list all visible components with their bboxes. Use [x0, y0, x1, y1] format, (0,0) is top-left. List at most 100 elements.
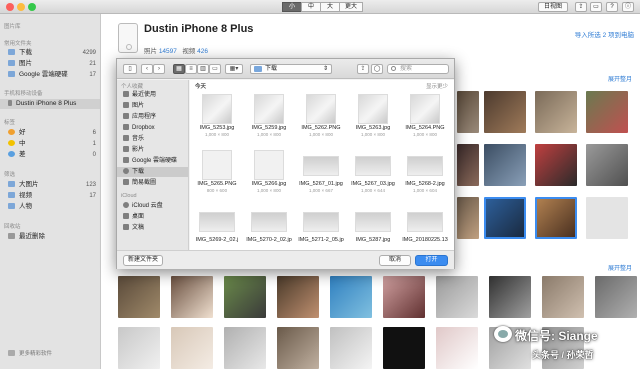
photo-thumbnail[interactable] [171, 276, 213, 318]
photo-thumbnail[interactable] [224, 276, 266, 318]
import-selected-link[interactable]: 导入所选 2 项到电脑 [575, 29, 634, 39]
photo-thumbnail[interactable] [457, 197, 479, 239]
file-item[interactable]: IMG_5263.jpg 1,000 × 800 [348, 94, 398, 142]
back-icon[interactable]: ‹ [141, 64, 153, 74]
photo-thumbnail[interactable] [586, 197, 628, 239]
expand-month-link-1[interactable]: 展开整月 [608, 74, 632, 83]
photo-thumbnail[interactable] [484, 144, 526, 186]
photo-thumbnail[interactable] [277, 327, 319, 369]
dialog-sidebar-music[interactable]: 音乐 [117, 134, 188, 144]
sidebar-toggle-icon[interactable]: ▯ [123, 64, 137, 74]
photo-thumbnail-selected[interactable] [535, 197, 577, 239]
file-item[interactable]: IMG_5287.jpg [348, 206, 398, 250]
dialog-sidebar-desktop[interactable]: 桌面 [117, 212, 188, 222]
group-by-icon[interactable]: ▦▾ [225, 64, 243, 74]
file-item[interactable]: IMG_5264.PNG 1,000 × 800 [400, 94, 450, 142]
zoom-larger-button[interactable]: 更大 [339, 2, 363, 12]
photo-thumbnail[interactable] [489, 276, 531, 318]
sidebar-item-downloads[interactable]: 下载 4299 [0, 48, 100, 58]
file-item[interactable]: IMG_5259.jpg 1,000 × 800 [244, 94, 294, 142]
photo-thumbnail[interactable] [118, 276, 160, 318]
window-icon[interactable]: ▭ [590, 2, 602, 12]
photo-thumbnail[interactable] [535, 144, 577, 186]
sidebar-item-iphone[interactable]: Dustin iPhone 8 Plus [0, 99, 100, 109]
photo-thumbnail[interactable] [224, 327, 266, 369]
show-less-link[interactable]: 显示更少 [426, 82, 448, 90]
share-icon[interactable]: ⇪ [575, 2, 587, 12]
file-item[interactable]: IMG_20180225.13 [400, 206, 450, 250]
forward-icon[interactable]: › [153, 64, 165, 74]
more-software-link[interactable]: 更多精彩软件 [0, 349, 100, 359]
photo-thumbnail[interactable] [586, 91, 628, 133]
photo-thumbnail[interactable] [118, 327, 160, 369]
column-view-icon[interactable]: ▥ [197, 64, 209, 74]
tag-icon[interactable]: ◯ [371, 64, 383, 74]
photo-thumbnail[interactable] [330, 327, 372, 369]
location-dropdown[interactable]: 下载 ⇕ [250, 64, 332, 74]
dialog-sidebar-recents[interactable]: 最近使用 [117, 90, 188, 100]
zoom-small-button[interactable]: 小 [282, 2, 302, 12]
sidebar-item-google-drive[interactable]: Google 雲端硬碟 17 [0, 70, 100, 80]
info-icon[interactable]: ⓘ [622, 2, 634, 12]
photo-thumbnail-selected[interactable] [484, 197, 526, 239]
photo-thumbnail[interactable] [277, 276, 319, 318]
sidebar-item-recently-deleted[interactable]: 最近删除 [0, 232, 100, 242]
file-item[interactable]: IMG_5265.PNG 800 × 600 [192, 150, 242, 198]
sidebar-item-tag-neutral[interactable]: 中1 [0, 139, 100, 149]
close-window-button[interactable] [6, 3, 14, 11]
dialog-sidebar-movies[interactable]: 影片 [117, 145, 188, 155]
open-button[interactable]: 打开 [415, 255, 448, 266]
photo-thumbnail[interactable] [535, 91, 577, 133]
photo-thumbnail[interactable] [586, 144, 628, 186]
photo-thumbnail[interactable] [383, 276, 425, 318]
file-item[interactable]: IMG_5271-2_05.jp [296, 206, 346, 250]
dialog-sidebar-icloud-drive[interactable]: iCloud 云盘 [117, 201, 188, 211]
video-thumbnail[interactable] [383, 327, 425, 369]
share-icon[interactable]: ⇪ [357, 64, 369, 74]
sidebar-item-videos[interactable]: 视频 17 [0, 191, 100, 201]
file-item[interactable]: IMG_5266.jpg 1,000 × 800 [244, 150, 294, 198]
photo-thumbnail[interactable] [484, 91, 526, 133]
file-item[interactable]: IMG_5268-2.jpg 1,000 × 604 [400, 150, 450, 198]
photo-thumbnail[interactable] [171, 327, 213, 369]
zoom-medium-button[interactable]: 中 [301, 2, 321, 12]
file-item[interactable]: IMG_5267_03.jpg 1,000 × 644 [348, 150, 398, 198]
wechat-logo-icon [494, 326, 512, 342]
photo-thumbnail[interactable] [542, 276, 584, 318]
file-item[interactable]: IMG_5270-2_02.jp [244, 206, 294, 250]
dialog-sidebar-dropbox[interactable]: Dropbox [117, 123, 188, 133]
file-item[interactable]: IMG_5269-2_02.j [192, 206, 242, 250]
dialog-sidebar-pictures[interactable]: 图片 [117, 101, 188, 111]
dialog-sidebar-downloads[interactable]: 下载 [117, 167, 188, 177]
expand-month-link-2[interactable]: 展开整月 [608, 263, 632, 272]
file-item[interactable]: IMG_5253.jpg 1,000 × 800 [192, 94, 242, 142]
help-icon[interactable]: ? [606, 2, 618, 12]
new-folder-button[interactable]: 新建文件夹 [123, 255, 163, 266]
minimize-window-button[interactable] [17, 3, 25, 11]
sidebar-item-tag-good[interactable]: 好6 [0, 128, 100, 138]
list-view-icon[interactable]: ≡ [185, 64, 197, 74]
sidebar-item-pictures[interactable]: 图片 21 [0, 59, 100, 69]
sidebar-item-large-images[interactable]: 大图片 123 [0, 180, 100, 190]
zoom-large-button[interactable]: 大 [320, 2, 340, 12]
photo-thumbnail[interactable] [457, 144, 479, 186]
sidebar-item-tag-bad[interactable]: 差0 [0, 150, 100, 160]
photo-thumbnail[interactable] [457, 91, 479, 133]
gallery-view-icon[interactable]: ▭ [209, 64, 221, 74]
cancel-button[interactable]: 取消 [379, 255, 411, 266]
view-menu-button[interactable]: 日视图 [538, 2, 568, 12]
zoom-window-button[interactable] [28, 3, 36, 11]
photo-thumbnail[interactable] [436, 327, 478, 369]
dialog-sidebar-screenshots[interactable]: 簡易截圖 [117, 178, 188, 188]
dialog-sidebar-google-drive[interactable]: Google 雲端硬碟 [117, 156, 188, 166]
photo-thumbnail[interactable] [436, 276, 478, 318]
dialog-sidebar-documents[interactable]: 文稿 [117, 223, 188, 233]
file-item[interactable]: IMG_5262.PNG 1,000 × 800 [296, 94, 346, 142]
photo-thumbnail[interactable] [595, 276, 637, 318]
file-item[interactable]: IMG_5267_01.jpg 1,000 × 667 [296, 150, 346, 198]
dialog-sidebar-applications[interactable]: 应用程序 [117, 112, 188, 122]
search-input[interactable]: 搜索 [387, 64, 449, 74]
sidebar-item-people[interactable]: 人物 [0, 202, 100, 212]
icon-view-icon[interactable]: ▦ [173, 64, 185, 74]
photo-thumbnail[interactable] [330, 276, 372, 318]
